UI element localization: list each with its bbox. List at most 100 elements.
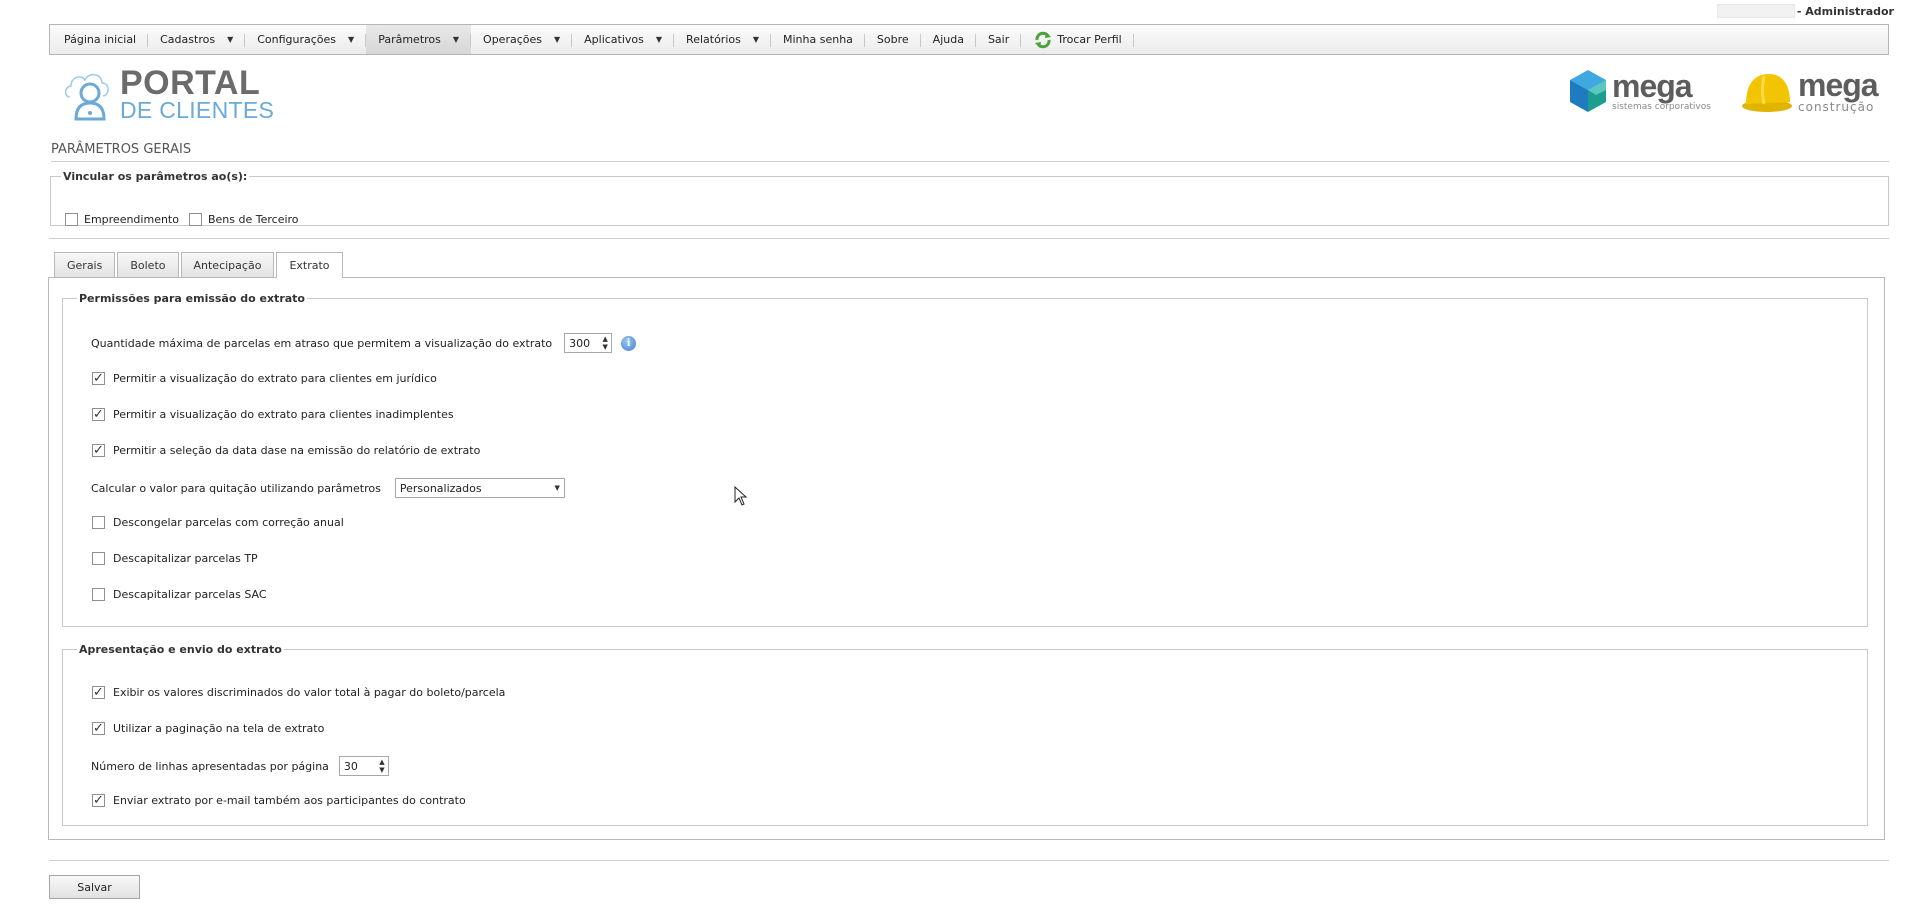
vincular-legend: Vincular os parâmetros ao(s):	[63, 170, 248, 183]
menu-label: Sair	[987, 33, 1010, 46]
menu-item-aplicativos[interactable]: Aplicativos ▼	[572, 25, 674, 54]
apresentacao-fieldset: Apresentação e envio do extrato ✓ Exibir…	[62, 643, 1868, 826]
menu-item-minha-senha[interactable]: Minha senha	[771, 25, 865, 54]
permissoes-legend: Permissões para emissão do extrato	[79, 292, 305, 305]
menu-label: Página inicial	[64, 33, 137, 46]
helmet-icon	[1742, 74, 1792, 112]
mega-logo-text: mega	[1612, 68, 1693, 104]
portal-user-icon	[64, 74, 109, 121]
caret-down-icon: ▼	[655, 35, 663, 44]
vincular-fieldset: Vincular os parâmetros ao(s): Empreendim…	[50, 170, 1889, 226]
descap-tp-label: Descapitalizar parcelas TP	[113, 552, 258, 565]
quitacao-value: Personalizados	[399, 481, 482, 495]
inadimplentes-label: Permitir a visualização do extrato para …	[113, 408, 454, 421]
caret-down-icon: ▼	[348, 35, 355, 44]
paginacao-row: ✓ Utilizar a paginação na tela de extrat…	[92, 722, 324, 735]
page-title: PARÂMETROS GERAIS	[51, 142, 1889, 162]
linhas-stepper[interactable]: 30 ▲ ▼	[338, 756, 389, 776]
quitacao-row: Calcular o valor para quitação utilizand…	[91, 478, 565, 498]
menu-item-cadastros[interactable]: Cadastros ▼	[148, 25, 246, 54]
mega-construcao-logo: mega construção	[1740, 67, 1879, 114]
menu-label: Sobre	[876, 33, 909, 46]
apresentacao-legend: Apresentação e envio do extrato	[79, 643, 282, 656]
tab-bar: Gerais Boleto Antecipação Extrato	[54, 252, 345, 278]
portal-logo-subtext: DE CLIENTES	[120, 97, 275, 123]
menu-label: Cadastros	[160, 33, 216, 46]
menu-label: Ajuda	[932, 33, 964, 46]
divider	[49, 238, 1889, 239]
max-parcelas-label: Quantidade máxima de parcelas em atraso …	[91, 336, 553, 350]
user-bar: - Administrador	[1716, 3, 1894, 19]
discriminados-label: Exibir os valores discriminados do valor…	[113, 686, 506, 699]
paginacao-label: Utilizar a paginação na tela de extrato	[113, 722, 325, 735]
menu-item-relatorios[interactable]: Relatórios ▼	[674, 25, 771, 54]
stepper-arrows-icon[interactable]: ▲ ▼	[599, 334, 611, 352]
tab-boleto[interactable]: Boleto	[117, 252, 179, 277]
descap-sac-row: Descapitalizar parcelas SAC	[92, 588, 267, 601]
user-placeholder-box	[1716, 4, 1795, 18]
menu-item-parametros[interactable]: Parâmetros ▼	[366, 25, 472, 54]
quitacao-label: Calcular o valor para quitação utilizand…	[91, 481, 381, 495]
info-icon[interactable]: i	[621, 335, 637, 351]
mouse-cursor-icon	[734, 486, 748, 506]
menu-item-ajuda[interactable]: Ajuda	[921, 25, 977, 54]
max-parcelas-value: 300	[569, 336, 591, 350]
user-name: - Administrador	[1796, 4, 1894, 18]
juridico-checkbox[interactable]: ✓	[92, 372, 105, 385]
menu-item-trocar-perfil[interactable]: Trocar Perfil	[1021, 25, 1135, 54]
menu-item-pagina-inicial[interactable]: Página inicial	[52, 25, 149, 54]
mega-logo-subtext: sistemas corporativos	[1612, 102, 1711, 112]
data-base-checkbox[interactable]: ✓	[92, 444, 105, 457]
mega-logo-text: mega	[1798, 67, 1879, 103]
descap-sac-label: Descapitalizar parcelas SAC	[113, 588, 267, 601]
descap-tp-checkbox[interactable]	[92, 552, 105, 565]
juridico-label: Permitir a visualização do extrato para …	[113, 372, 437, 385]
menu-label: Minha senha	[783, 33, 853, 46]
discriminados-checkbox[interactable]: ✓	[92, 686, 105, 699]
caret-down-icon: ▼	[227, 35, 234, 44]
refresh-icon	[1035, 31, 1052, 48]
juridico-row: ✓ Permitir a visualização do extrato par…	[92, 372, 437, 385]
empreendimento-checkbox[interactable]	[65, 213, 78, 226]
main-menu: Página inicial Cadastros ▼ Configurações ▼…	[49, 24, 1889, 55]
descap-sac-checkbox[interactable]	[92, 588, 105, 601]
stepper-arrows-icon[interactable]: ▲ ▼	[376, 757, 388, 775]
caret-down-icon: ▼	[752, 35, 759, 44]
menu-label: Aplicativos	[584, 33, 644, 46]
linhas-value: 30	[343, 759, 358, 773]
tab-extrato[interactable]: Extrato	[276, 252, 343, 278]
inadimplentes-checkbox[interactable]: ✓	[92, 408, 105, 421]
portal-logo-text: PORTAL	[120, 64, 261, 102]
mega-logo-subtext: construção	[1798, 100, 1875, 114]
portal-clientes-logo: PORTAL DE CLIENTES	[62, 66, 274, 122]
tab-antecipacao[interactable]: Antecipação	[180, 252, 275, 277]
mega-cube-icon	[1570, 70, 1606, 112]
mega-sistemas-logo: mega sistemas corporativos	[1568, 68, 1711, 114]
data-base-label: Permitir a seleção da data dase na emiss…	[113, 444, 481, 457]
data-base-row: ✓ Permitir a seleção da data dase na emi…	[92, 444, 480, 457]
menu-item-configuracoes[interactable]: Configurações ▼	[245, 25, 367, 54]
chevron-down-icon: ▼	[554, 484, 560, 492]
menu-label: Relatórios	[686, 33, 741, 46]
menu-item-sobre[interactable]: Sobre	[865, 25, 921, 54]
bens-terceiro-checkbox[interactable]	[188, 213, 202, 226]
menu-label: Trocar Perfil	[1057, 33, 1122, 46]
caret-down-icon: ▼	[452, 35, 460, 44]
paginacao-checkbox[interactable]: ✓	[92, 722, 105, 735]
email-label: Enviar extrato por e-mail também aos par…	[113, 794, 466, 807]
menu-label: Parâmetros	[378, 33, 441, 46]
menu-label: Operações	[483, 33, 542, 46]
descongelar-checkbox[interactable]	[92, 516, 105, 529]
menu-item-operacoes[interactable]: Operações ▼	[471, 25, 573, 54]
save-button[interactable]: Salvar	[49, 875, 140, 899]
max-parcelas-stepper[interactable]: 300 ▲ ▼	[564, 333, 613, 353]
tab-panel-extrato: Permissões para emissão do extrato Quant…	[48, 277, 1885, 840]
menu-item-sair[interactable]: Sair	[976, 25, 1022, 54]
linhas-row: Número de linhas apresentadas por página…	[91, 756, 389, 776]
divider	[49, 860, 1889, 861]
quitacao-select[interactable]: Personalizados ▼	[394, 478, 565, 498]
descongelar-row: Descongelar parcelas com correção anual	[92, 516, 344, 529]
descap-tp-row: Descapitalizar parcelas TP	[92, 552, 258, 565]
tab-gerais[interactable]: Gerais	[54, 252, 116, 277]
email-checkbox[interactable]: ✓	[92, 794, 105, 807]
